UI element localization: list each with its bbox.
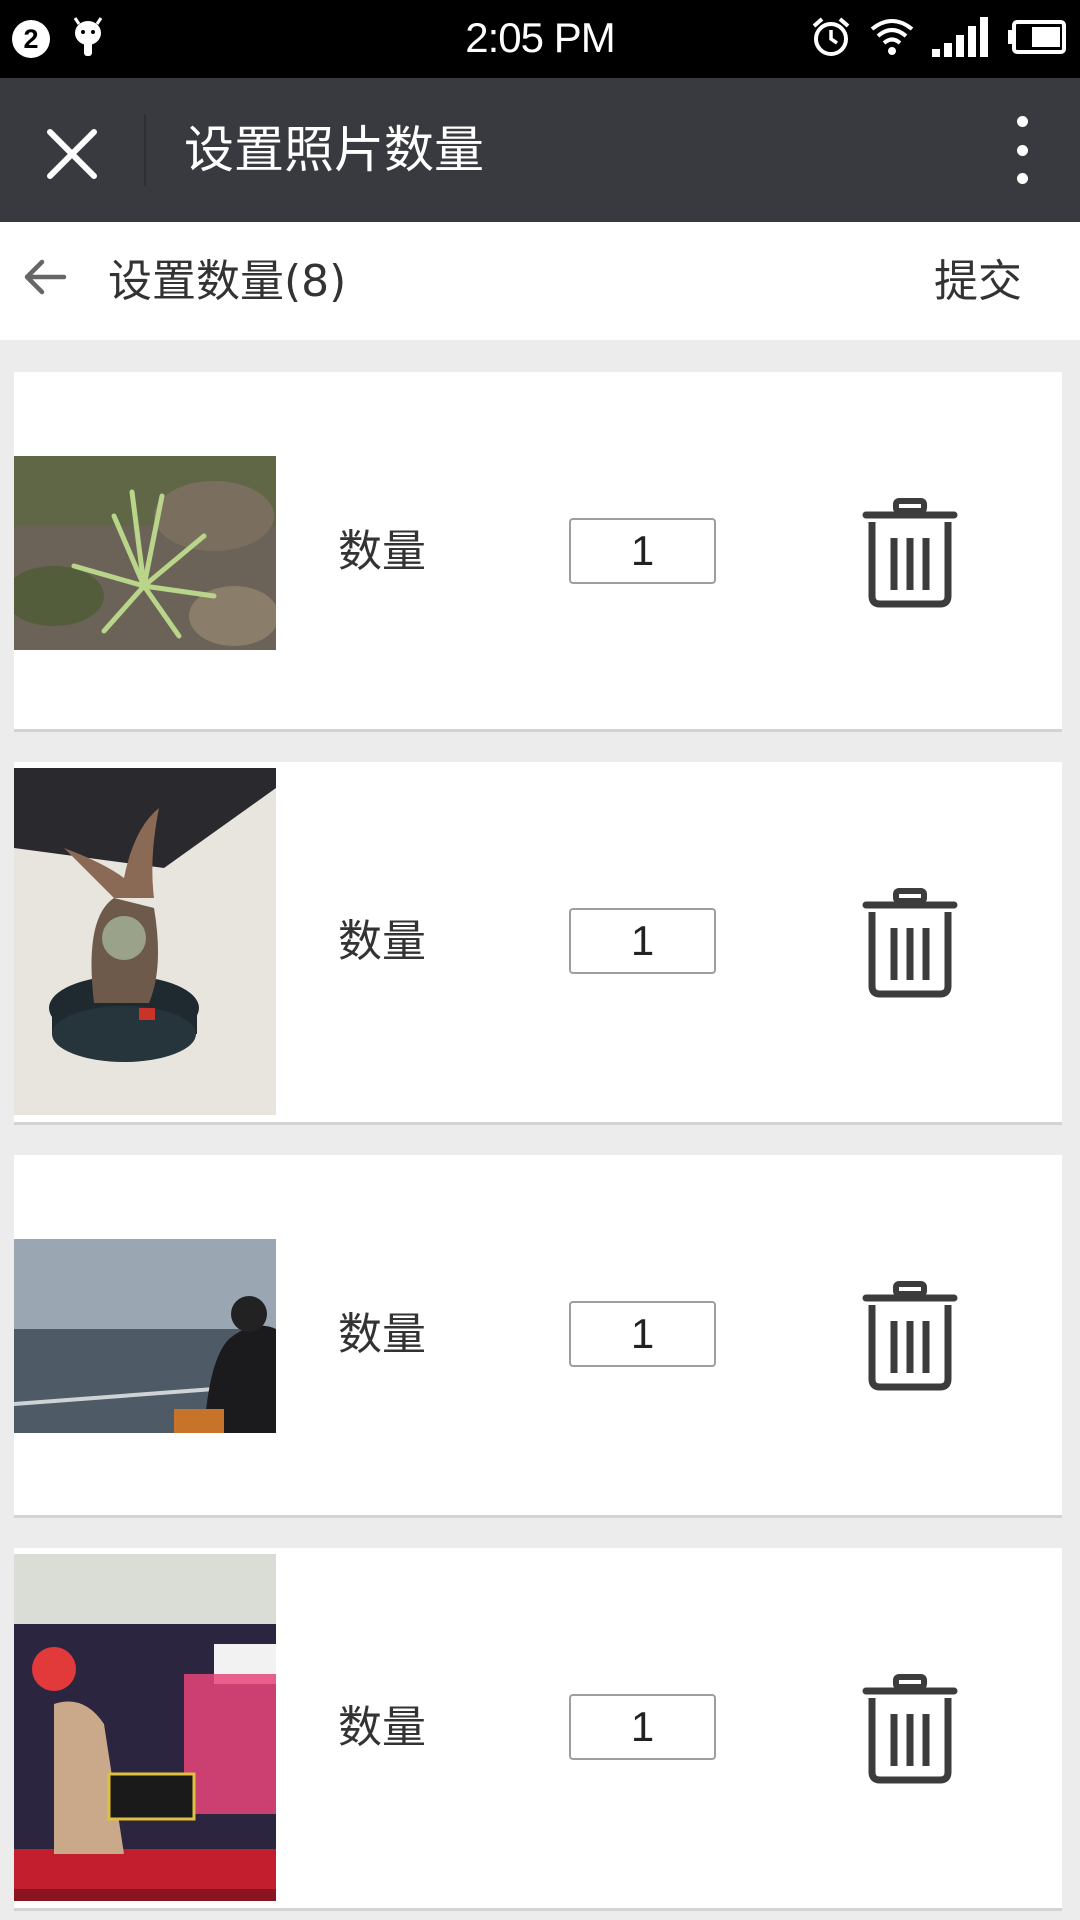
quantity-input[interactable]	[569, 1301, 716, 1367]
signal-icon	[932, 17, 988, 57]
sub-header: 设置数量(8) 提交	[0, 222, 1080, 340]
status-bar: 2 2:05 PM	[0, 0, 1080, 78]
quantity-label: 数量	[338, 1702, 426, 1753]
list-item: 数量	[14, 1155, 1062, 1518]
wifi-icon	[870, 19, 914, 55]
quantity-input[interactable]	[569, 518, 716, 584]
quantity-input[interactable]	[569, 908, 716, 974]
trash-icon[interactable]	[862, 1674, 958, 1784]
trash-icon[interactable]	[862, 888, 958, 998]
title-bar: 设置照片数量	[0, 78, 1080, 222]
battery-icon	[1008, 20, 1066, 54]
photo-thumbnail[interactable]	[14, 1239, 276, 1433]
submit-button[interactable]: 提交	[934, 252, 1022, 312]
list-item: 数量	[14, 372, 1062, 732]
photo-list: 数量 数量	[14, 372, 1062, 1920]
quantity-input[interactable]	[569, 1694, 716, 1760]
photo-thumbnail[interactable]	[14, 1554, 276, 1901]
list-item: 数量	[14, 1548, 1062, 1911]
sub-title: 设置数量(8)	[108, 256, 347, 307]
photo-thumbnail[interactable]	[14, 768, 276, 1115]
trash-icon[interactable]	[862, 1281, 958, 1391]
trash-icon[interactable]	[862, 498, 958, 608]
alarm-icon	[812, 17, 850, 56]
list-item: 数量	[14, 762, 1062, 1125]
back-arrow-icon[interactable]	[20, 252, 70, 302]
more-vertical-icon[interactable]	[1004, 116, 1040, 184]
quantity-label: 数量	[338, 526, 426, 577]
quantity-label: 数量	[338, 916, 426, 967]
quantity-label: 数量	[338, 1309, 426, 1360]
close-icon[interactable]	[40, 122, 104, 186]
photo-thumbnail[interactable]	[14, 456, 276, 650]
title-divider	[144, 114, 146, 186]
page-title: 设置照片数量	[184, 121, 484, 179]
